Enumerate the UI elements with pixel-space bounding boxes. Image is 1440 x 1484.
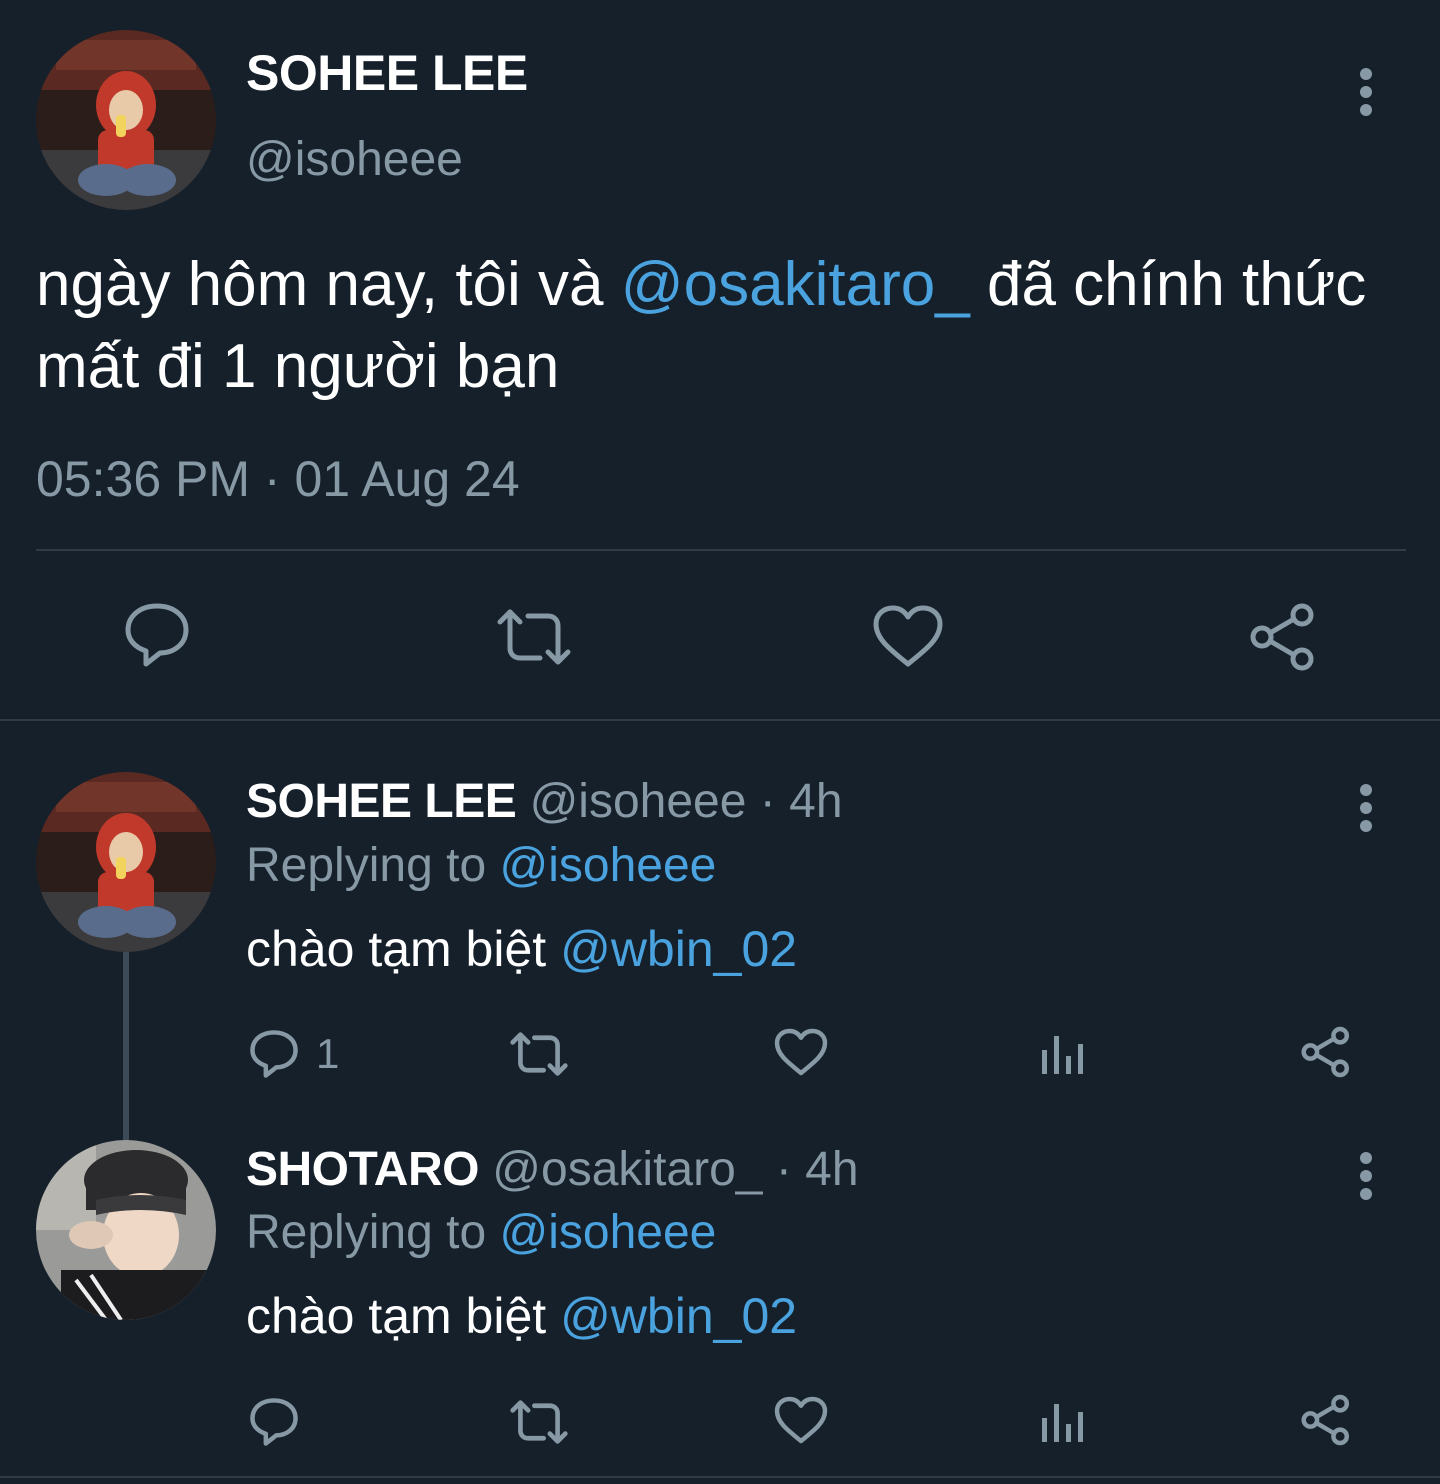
main-retweet-icon[interactable] xyxy=(494,606,574,668)
reply2-text: chào tạm biệt @wbin_02 xyxy=(246,1287,797,1345)
main-author-avatar[interactable] xyxy=(36,30,216,210)
main-like-icon[interactable] xyxy=(872,604,944,668)
reply2-reply-icon[interactable] xyxy=(248,1396,300,1448)
thread-connector xyxy=(123,950,129,1140)
reply2-text-body: chào tạm biệt xyxy=(246,1288,561,1344)
reply2-more-options-icon[interactable] xyxy=(1360,1152,1374,1206)
reply2-author-handle[interactable]: @osakitaro_ xyxy=(492,1143,762,1196)
reply2-share-icon[interactable] xyxy=(1300,1394,1352,1446)
reply1-retweet-icon[interactable] xyxy=(508,1030,570,1078)
main-author-name[interactable]: SOHEE LEE xyxy=(246,44,528,102)
reply2-mention-link[interactable]: @wbin_02 xyxy=(560,1288,797,1344)
main-divider xyxy=(36,549,1406,551)
reply2-author-name[interactable]: SHOTARO xyxy=(246,1143,479,1196)
main-text-part1: ngày hôm nay, tôi và xyxy=(36,250,621,319)
reply2-replying-label: Replying to xyxy=(246,1206,487,1259)
reply1-author-handle[interactable]: @isoheee xyxy=(530,775,747,828)
reply2-header: SHOTARO @osakitaro_ · 4h xyxy=(246,1142,859,1197)
reply1-text: chào tạm biệt @wbin_02 xyxy=(246,920,797,978)
section-divider xyxy=(0,719,1440,721)
main-timestamp[interactable]: 05:36 PM · 01 Aug 24 xyxy=(36,450,520,508)
reply1-text-body: chào tạm biệt xyxy=(246,921,561,977)
reply2-replying-to: Replying to @isoheee xyxy=(246,1205,716,1260)
reply2-retweet-icon[interactable] xyxy=(508,1398,570,1446)
reply2-author-avatar[interactable] xyxy=(36,1140,216,1320)
reply1-reply-icon[interactable] xyxy=(248,1028,300,1080)
reply1-analytics-icon[interactable] xyxy=(1040,1032,1088,1076)
reply1-header: SOHEE LEE @isoheee · 4h xyxy=(246,774,843,829)
reply1-more-options-icon[interactable] xyxy=(1360,784,1374,838)
reply1-reply-count: 1 xyxy=(316,1030,340,1077)
reply2-time[interactable]: · 4h xyxy=(776,1143,859,1196)
reply1-time[interactable]: · 4h xyxy=(760,775,843,828)
main-reply-icon[interactable] xyxy=(122,600,192,670)
reply1-like-icon[interactable] xyxy=(774,1028,828,1076)
reply1-share-icon[interactable] xyxy=(1300,1026,1352,1078)
reply1-author-name[interactable]: SOHEE LEE xyxy=(246,775,517,828)
main-more-options-icon[interactable] xyxy=(1360,68,1374,122)
reply2-like-icon[interactable] xyxy=(774,1396,828,1444)
reply1-author-avatar[interactable] xyxy=(36,772,216,952)
reply1-replying-to: Replying to @isoheee xyxy=(246,838,716,893)
main-mention-link[interactable]: @osakitaro_ xyxy=(621,250,970,319)
reply1-mention-link[interactable]: @wbin_02 xyxy=(560,921,797,977)
main-author-handle[interactable]: @isoheee xyxy=(246,132,463,187)
reply1-replying-handle[interactable]: @isoheee xyxy=(499,839,716,892)
reply2-analytics-icon[interactable] xyxy=(1040,1400,1088,1444)
reply1-replying-label: Replying to xyxy=(246,839,487,892)
main-tweet-text: ngày hôm nay, tôi và @osakitaro_ đã chín… xyxy=(36,244,1416,408)
bottom-divider xyxy=(0,1476,1440,1478)
main-share-icon[interactable] xyxy=(1248,602,1318,672)
reply2-replying-handle[interactable]: @isoheee xyxy=(499,1206,716,1259)
